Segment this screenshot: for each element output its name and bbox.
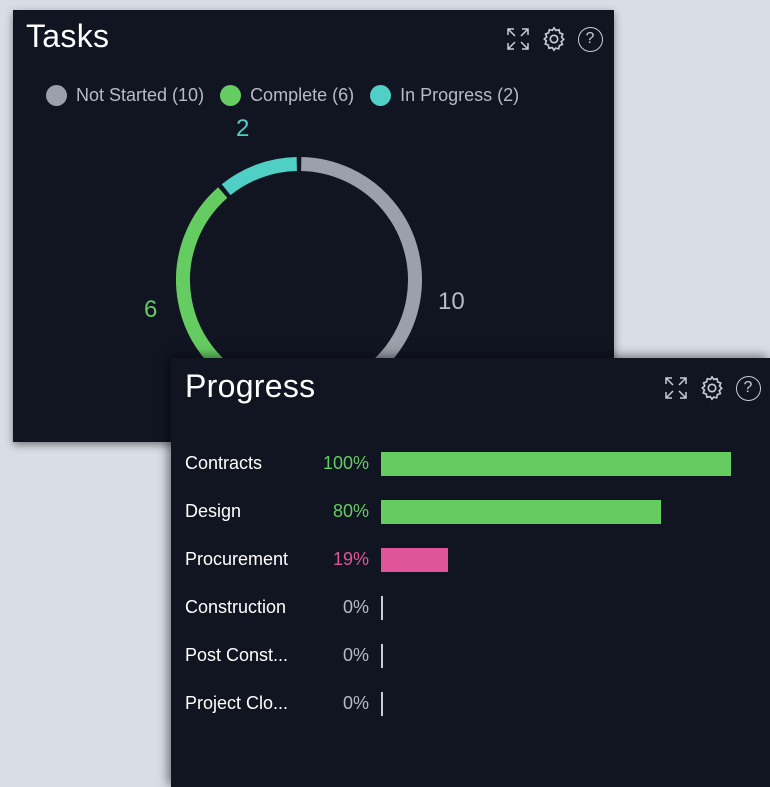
expand-icon[interactable] — [662, 374, 690, 402]
progress-bar-fill — [381, 452, 731, 476]
progress-title: Progress — [185, 368, 316, 404]
progress-row-percent: 0% — [342, 693, 369, 713]
progress-row-name: Project Clo... — [185, 693, 289, 713]
progress-row-post-construction[interactable]: Post Const... 0% — [171, 643, 770, 669]
progress-row-construction[interactable]: Construction 0% — [171, 595, 770, 621]
progress-row-project-closeout[interactable]: Project Clo... 0% — [171, 691, 770, 717]
donut-segment-in-progress[interactable] — [221, 157, 298, 196]
progress-row-name: Contracts — [185, 453, 263, 473]
progress-row-percent: 0% — [342, 645, 369, 665]
progress-bar-zero-marker — [381, 692, 383, 716]
progress-row-procurement[interactable]: Procurement 19% — [171, 547, 770, 573]
progress-bar-track — [381, 548, 731, 572]
progress-bar-track — [381, 596, 731, 620]
donut-label-in-progress: 2 — [236, 115, 250, 142]
donut-label-complete: 6 — [144, 296, 158, 323]
progress-row-name: Procurement — [185, 549, 289, 569]
help-label: ? — [735, 375, 761, 401]
progress-row-contracts[interactable]: Contracts 100% — [171, 451, 770, 477]
gear-icon[interactable] — [698, 374, 726, 402]
progress-bar-fill — [381, 500, 661, 524]
progress-row-percent: 0% — [342, 597, 369, 617]
progress-bar-track — [381, 500, 731, 524]
progress-bar-track — [381, 452, 731, 476]
donut-label-not-started: 10 — [438, 288, 465, 315]
progress-panel: Progress ? Contracts 100% Design 80% Pro… — [171, 358, 770, 787]
help-icon[interactable]: ? — [734, 374, 762, 402]
progress-row-percent: 100% — [322, 453, 369, 473]
progress-row-name: Post Const... — [185, 645, 289, 665]
progress-bar-zero-marker — [381, 644, 383, 668]
progress-bar-track — [381, 692, 731, 716]
progress-bar-track — [381, 644, 731, 668]
progress-row-name: Design — [185, 501, 242, 521]
progress-toolbar: ? — [662, 374, 762, 402]
progress-row-percent: 19% — [332, 549, 369, 569]
progress-row-percent: 80% — [332, 501, 369, 521]
progress-row-design[interactable]: Design 80% — [171, 499, 770, 525]
progress-bar-zero-marker — [381, 596, 383, 620]
progress-row-name: Construction — [185, 597, 287, 617]
progress-bar-fill — [381, 548, 448, 572]
